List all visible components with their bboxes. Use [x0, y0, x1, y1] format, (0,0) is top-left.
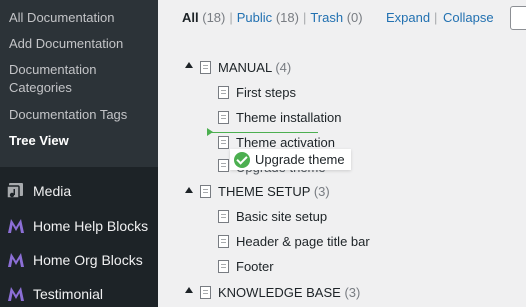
- collapse-link[interactable]: Collapse: [443, 10, 494, 25]
- menu-item-testimonial[interactable]: Testimonial: [0, 277, 158, 307]
- m-logo-icon: [5, 216, 27, 236]
- page-icon: [200, 185, 211, 198]
- documentation-submenu: All Documentation Add Documentation Docu…: [0, 0, 158, 167]
- menu-label-home-org-blocks: Home Org Blocks: [33, 252, 143, 268]
- submenu-all-documentation[interactable]: All Documentation: [0, 5, 158, 31]
- submenu-add-documentation[interactable]: Add Documentation: [0, 31, 158, 57]
- filter-public[interactable]: Public (18): [237, 10, 299, 25]
- tree-view-content: All (18) | Public (18) | Trash (0) Expand | …: [158, 0, 526, 307]
- page-icon: [218, 210, 229, 223]
- tree-node-first-steps[interactable]: First steps: [236, 85, 296, 100]
- page-icon: [200, 61, 211, 74]
- expand-link[interactable]: Expand: [386, 10, 430, 25]
- tree-node-header-page-title-bar[interactable]: Header & page title bar: [236, 234, 370, 249]
- tree-node-knowledge-base[interactable]: KNOWLEDGE BASE (3): [218, 285, 360, 300]
- collapse-toggle-icon[interactable]: [185, 187, 193, 193]
- page-icon: [218, 111, 229, 124]
- filter-all[interactable]: All (18): [182, 10, 225, 25]
- menu-label-testimonial: Testimonial: [33, 286, 104, 302]
- page-icon: [218, 136, 229, 149]
- drag-helper[interactable]: Upgrade theme: [230, 149, 351, 170]
- drag-helper-label: Upgrade theme: [255, 152, 345, 167]
- search-box[interactable]: [510, 6, 526, 30]
- collapse-toggle-icon[interactable]: [185, 62, 193, 68]
- tree-node-theme-activation[interactable]: Theme activation: [236, 135, 335, 150]
- tree-node-basic-site-setup[interactable]: Basic site setup: [236, 209, 327, 224]
- status-filter-links: All (18) | Public (18) | Trash (0): [182, 10, 363, 25]
- submenu-documentation-categories[interactable]: Documentation Categories: [0, 57, 158, 102]
- menu-label-media: Media: [33, 183, 72, 199]
- menu-item-media[interactable]: Media: [0, 174, 158, 208]
- menu-item-home-help-blocks[interactable]: Home Help Blocks: [0, 209, 158, 243]
- submenu-tree-view[interactable]: Tree View: [0, 128, 158, 154]
- submenu-documentation-tags[interactable]: Documentation Tags: [0, 102, 158, 128]
- m-logo-icon: [5, 250, 27, 270]
- page-icon: [200, 286, 211, 299]
- page-icon: [218, 86, 229, 99]
- m-logo-icon: [5, 284, 27, 304]
- drop-indicator-line: [208, 132, 318, 133]
- checkmark-icon: [234, 151, 250, 168]
- tree-node-theme-installation[interactable]: Theme installation: [236, 110, 342, 125]
- page-icon: [218, 159, 229, 172]
- admin-sidebar: All Documentation Add Documentation Docu…: [0, 0, 158, 307]
- tree-node-theme-setup[interactable]: THEME SETUP (3): [218, 184, 330, 199]
- page-icon: [218, 260, 229, 273]
- menu-item-home-org-blocks[interactable]: Home Org Blocks: [0, 243, 158, 277]
- collapse-toggle-icon[interactable]: [185, 287, 193, 293]
- tree-node-manual[interactable]: MANUAL (4): [218, 60, 291, 75]
- menu-label-home-help-blocks: Home Help Blocks: [33, 218, 149, 234]
- page-icon: [218, 235, 229, 248]
- tree-node-footer[interactable]: Footer: [236, 259, 274, 274]
- filter-trash[interactable]: Trash (0): [310, 10, 362, 25]
- media-icon: [5, 181, 27, 201]
